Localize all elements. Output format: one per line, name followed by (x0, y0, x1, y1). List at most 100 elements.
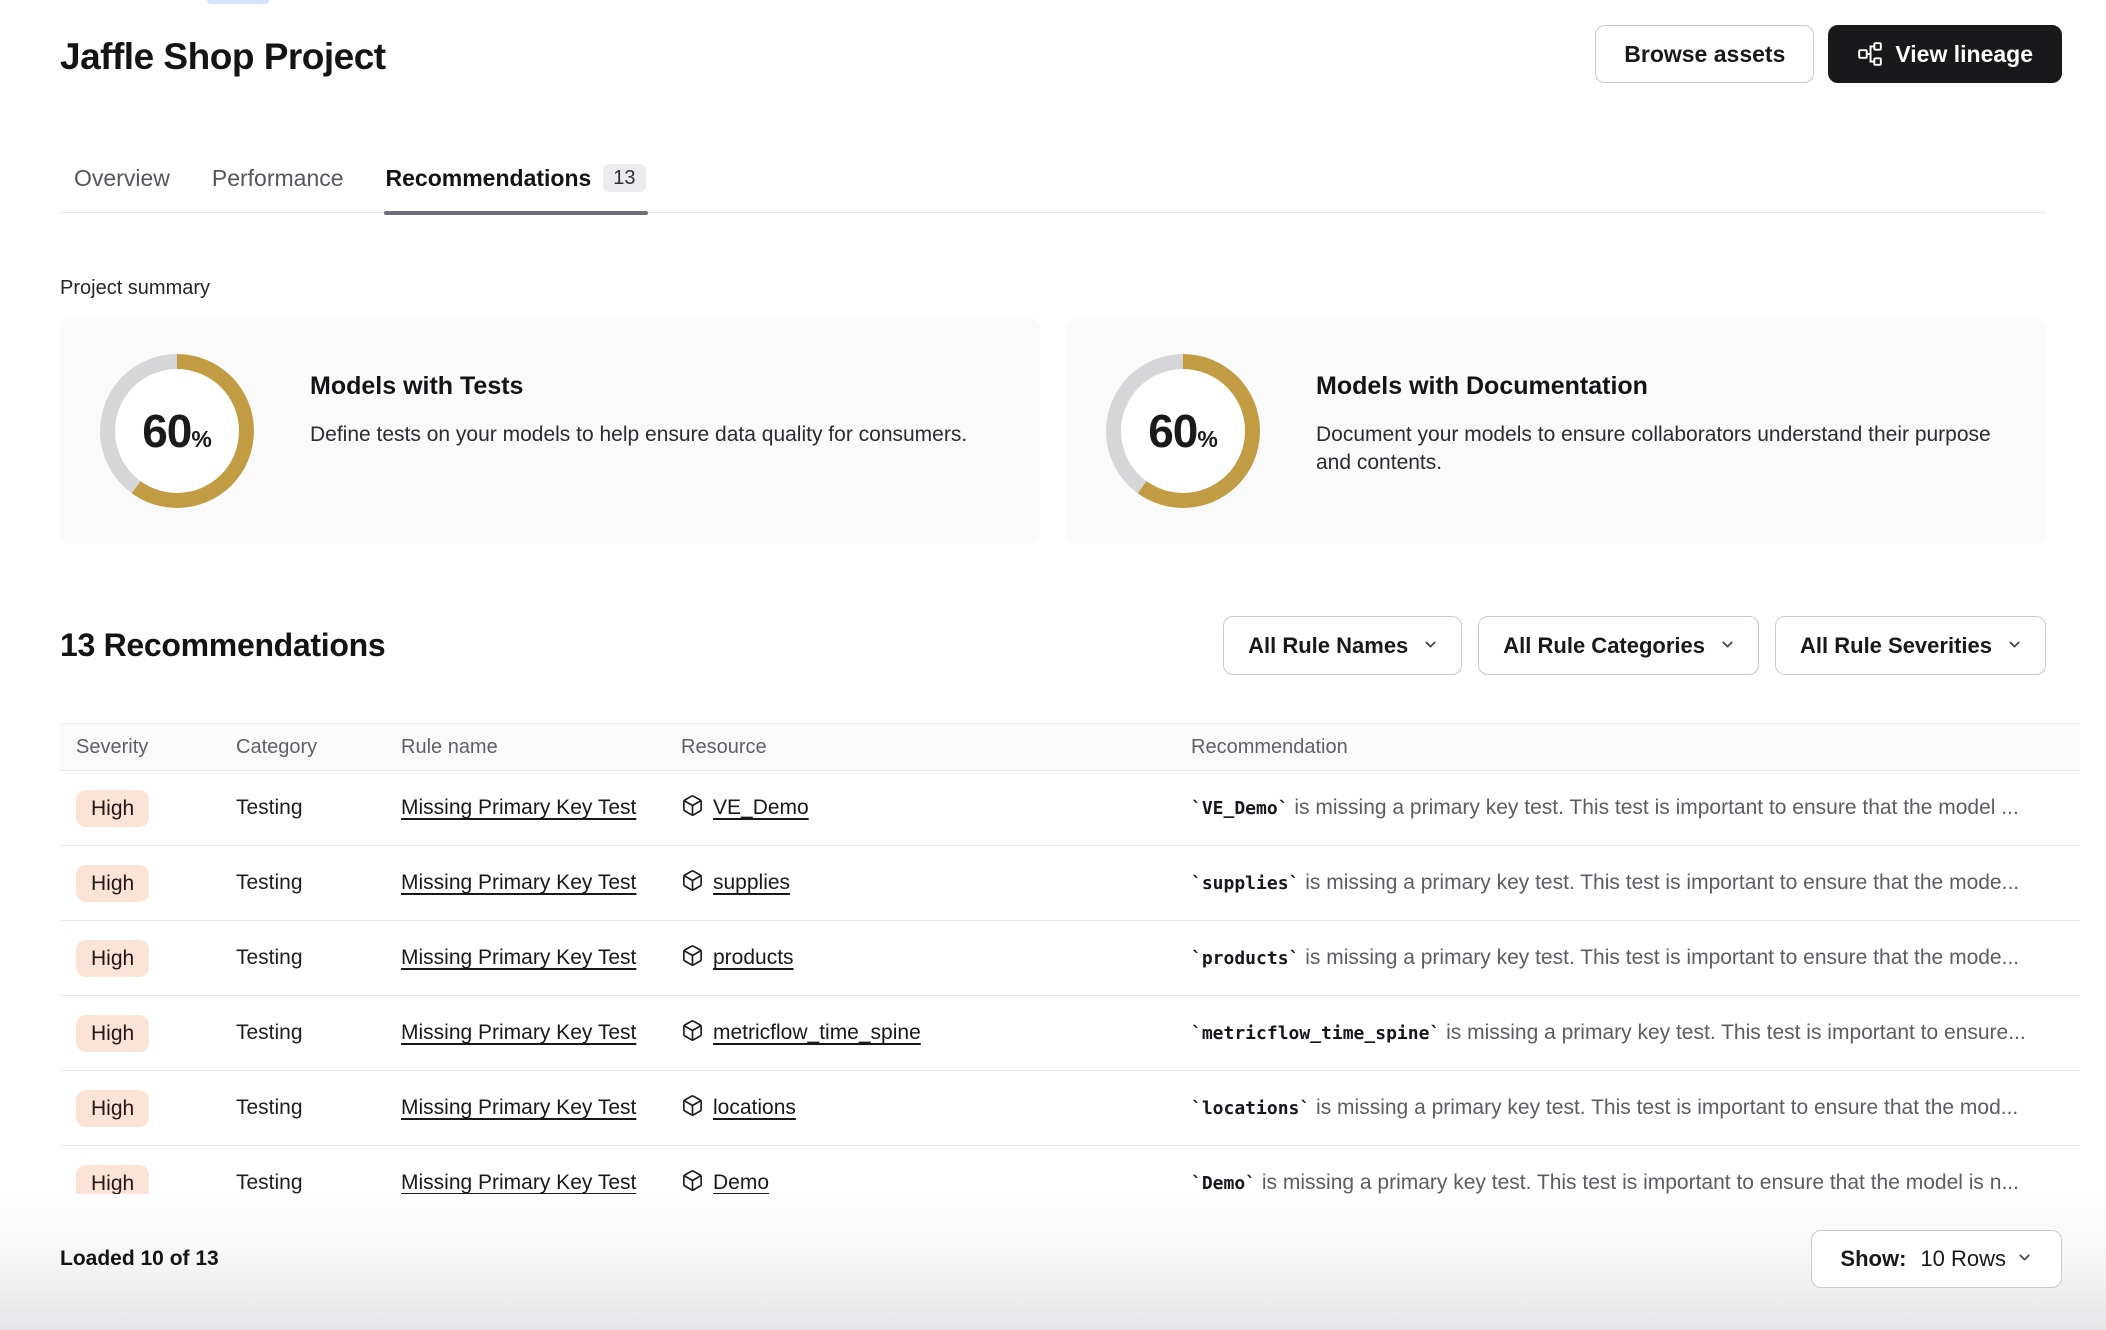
tab-recommendations[interactable]: Recommendations 13 (384, 158, 648, 212)
rule-name-link[interactable]: Missing Primary Key Test (401, 946, 636, 969)
rule-severities-filter-label: All Rule Severities (1800, 633, 1992, 659)
table-row: High Testing Missing Primary Key Test VE… (60, 771, 2080, 846)
view-lineage-label: View lineage (1895, 41, 2033, 68)
documentation-card-title: Models with Documentation (1316, 372, 2006, 401)
column-header-recommendation: Recommendation (1175, 736, 2080, 759)
chevron-down-icon (2016, 1246, 2033, 1272)
tab-recommendations-label: Recommendations (386, 165, 592, 192)
browse-assets-label: Browse assets (1624, 41, 1785, 68)
rule-names-filter-dropdown[interactable]: All Rule Names (1223, 616, 1462, 675)
resource-link[interactable]: metricflow_time_spine (713, 1021, 921, 1045)
models-with-tests-card: 60 % Models with Tests Define tests on y… (60, 318, 1040, 544)
recommendation-text: is missing a primary key test. This test… (1310, 1096, 2018, 1119)
recommendation-text: is missing a primary key test. This test… (1299, 946, 2019, 969)
recommendations-table: Severity Category Rule name Resource Rec… (60, 723, 2080, 1221)
tests-donut-chart: 60 % (100, 354, 254, 508)
rule-categories-filter-label: All Rule Categories (1503, 633, 1705, 659)
recommendations-heading: 13 Recommendations (60, 627, 385, 664)
rule-name-link[interactable]: Missing Primary Key Test (401, 1096, 636, 1119)
filter-bar: All Rule Names All Rule Categories All R… (1223, 616, 2046, 675)
recommendation-code: `Demo` (1191, 1173, 1256, 1194)
resource-link[interactable]: supplies (713, 871, 790, 895)
severity-badge: High (76, 1015, 149, 1052)
show-label: Show: (1840, 1246, 1906, 1272)
rule-categories-filter-dropdown[interactable]: All Rule Categories (1478, 616, 1759, 675)
recommendation-text: is missing a primary key test. This test… (1289, 796, 2019, 819)
chevron-down-icon (1422, 633, 1439, 659)
table-header-row: Severity Category Rule name Resource Rec… (60, 724, 2080, 771)
chevron-down-icon (2006, 633, 2023, 659)
table-row: High Testing Missing Primary Key Test me… (60, 996, 2080, 1071)
severity-badge: High (76, 940, 149, 977)
cube-icon (681, 869, 704, 897)
models-with-documentation-card: 60 % Models with Documentation Document … (1066, 318, 2046, 544)
rule-severities-filter-dropdown[interactable]: All Rule Severities (1775, 616, 2046, 675)
cube-icon (681, 794, 704, 822)
tab-overview-label: Overview (74, 165, 170, 192)
category-text: Testing (236, 946, 303, 969)
rule-name-link[interactable]: Missing Primary Key Test (401, 796, 636, 819)
resource-link[interactable]: products (713, 946, 794, 970)
chevron-down-icon (1719, 633, 1736, 659)
resource-link[interactable]: locations (713, 1096, 796, 1120)
recommendation-code: `VE_Demo` (1191, 798, 1289, 819)
table-row: High Testing Missing Primary Key Test su… (60, 846, 2080, 921)
show-value: 10 Rows (1920, 1246, 2006, 1272)
tests-card-title: Models with Tests (310, 372, 967, 401)
tab-bar: Overview Performance Recommendations 13 (60, 158, 2046, 213)
table-row: High Testing Missing Primary Key Test pr… (60, 921, 2080, 996)
tab-performance-label: Performance (212, 165, 344, 192)
category-text: Testing (236, 796, 303, 819)
header-actions: Browse assets View lineage (1595, 25, 2062, 83)
column-header-severity: Severity (60, 736, 220, 759)
rule-name-link[interactable]: Missing Primary Key Test (401, 1021, 636, 1044)
tests-card-description: Define tests on your models to help ensu… (310, 421, 967, 449)
column-header-category: Category (220, 736, 385, 759)
category-text: Testing (236, 871, 303, 894)
rule-name-link[interactable]: Missing Primary Key Test (401, 1171, 636, 1194)
tab-overview[interactable]: Overview (72, 158, 172, 212)
cube-icon (681, 1094, 704, 1122)
rows-per-page-dropdown[interactable]: Show: 10 Rows (1811, 1230, 2062, 1288)
browse-assets-button[interactable]: Browse assets (1595, 25, 1814, 83)
rule-names-filter-label: All Rule Names (1248, 633, 1408, 659)
lineage-graph-icon (1857, 41, 1883, 67)
documentation-card-description: Document your models to ensure collabora… (1316, 421, 2006, 478)
recommendation-code: `products` (1191, 948, 1299, 969)
column-header-resource: Resource (665, 736, 1175, 759)
category-text: Testing (236, 1096, 303, 1119)
recommendations-count-badge: 13 (603, 164, 645, 192)
category-text: Testing (236, 1021, 303, 1044)
recommendations-header: 13 Recommendations All Rule Names All Ru… (60, 616, 2046, 675)
recommendations-table-body: High Testing Missing Primary Key Test VE… (60, 771, 2080, 1221)
page-header: Jaffle Shop Project Browse assets View l… (0, 0, 2106, 100)
cube-icon (681, 1169, 704, 1197)
severity-badge: High (76, 865, 149, 902)
cube-icon (681, 944, 704, 972)
documentation-percent-value: 60 (1148, 404, 1197, 458)
rule-name-link[interactable]: Missing Primary Key Test (401, 871, 636, 894)
recommendation-code: `supplies` (1191, 873, 1299, 894)
category-text: Testing (236, 1171, 303, 1194)
recommendation-text: is missing a primary key test. This test… (1299, 871, 2019, 894)
recommendation-text: is missing a primary key test. This test… (1440, 1021, 2025, 1044)
documentation-percent-sign: % (1197, 426, 1217, 453)
severity-badge: High (76, 1090, 149, 1127)
tests-percent-value: 60 (142, 404, 191, 458)
recommendation-text: is missing a primary key test. This test… (1256, 1171, 2019, 1194)
severity-badge: High (76, 790, 149, 827)
loaded-count-text: Loaded 10 of 13 (60, 1247, 219, 1271)
view-lineage-button[interactable]: View lineage (1828, 25, 2062, 83)
resource-link[interactable]: VE_Demo (713, 796, 809, 820)
resource-link[interactable]: Demo (713, 1171, 769, 1195)
documentation-donut-chart: 60 % (1106, 354, 1260, 508)
summary-cards: 60 % Models with Tests Define tests on y… (60, 318, 2046, 544)
column-header-rule-name: Rule name (385, 736, 665, 759)
recommendation-code: `locations` (1191, 1098, 1310, 1119)
project-summary-label: Project summary (60, 277, 2046, 300)
table-row: High Testing Missing Primary Key Test lo… (60, 1071, 2080, 1146)
tab-performance[interactable]: Performance (210, 158, 346, 212)
recommendation-code: `metricflow_time_spine` (1191, 1023, 1440, 1044)
table-footer: Loaded 10 of 13 Show: 10 Rows (0, 1194, 2106, 1330)
tests-percent-sign: % (191, 426, 211, 453)
